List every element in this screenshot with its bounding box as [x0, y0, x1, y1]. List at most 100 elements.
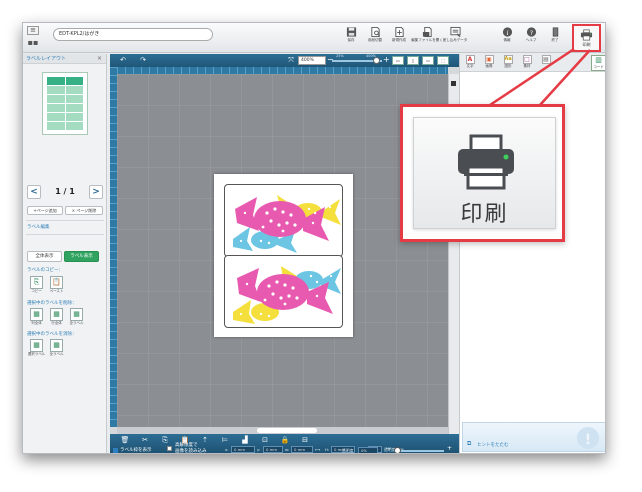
svg-text:?: ?	[529, 29, 532, 37]
zoom-select[interactable]: 400%	[298, 56, 326, 65]
paper-switch-button[interactable]: 用紙切替	[365, 26, 385, 50]
tab-label-view[interactable]: ラベル表示	[64, 251, 99, 262]
delete-row-button[interactable]: ▦ 行全体	[48, 308, 65, 326]
grid-delete-icon: ▦	[70, 308, 83, 321]
ungroup-icon[interactable]: ⊡	[260, 436, 270, 445]
image-tool-button[interactable]: ▣ 画像	[482, 55, 496, 71]
open-file-button[interactable]: 編集ファイルを開く	[411, 26, 443, 50]
high-res-label-2: 画像を読み込み	[175, 449, 207, 454]
svg-text:i: i	[506, 29, 508, 37]
cut-icon[interactable]: ✂	[140, 436, 150, 445]
text-tool-button[interactable]: A 文字	[463, 55, 477, 71]
transparency-minus-icon[interactable]: −	[386, 446, 391, 452]
print-button[interactable]: 印刷	[572, 24, 601, 52]
workspace	[117, 74, 448, 427]
zoom-slider-knob[interactable]	[373, 57, 380, 64]
show-frame-checkbox[interactable]	[113, 448, 118, 453]
grid-delete-icon: ▦	[30, 308, 43, 321]
high-res-checkbox[interactable]	[167, 446, 172, 451]
properties-icon[interactable]: ⊟	[300, 436, 310, 445]
delete-column-button[interactable]: ▦ 列全体	[28, 308, 45, 326]
merge-data-button[interactable]: 差し込みデータ	[443, 26, 467, 50]
link-icon[interactable]: ⟷	[315, 446, 320, 453]
new-button[interactable]: 新規作成	[389, 26, 409, 50]
add-page-button[interactable]: +ページ追加	[27, 206, 63, 215]
grid-delete-icon: ▦	[50, 308, 63, 321]
y-field[interactable]: 0 mm	[263, 446, 283, 453]
scroll-up-arrow[interactable]	[451, 81, 456, 86]
y-label: y:	[257, 447, 261, 452]
delete-page-button[interactable]: × ページ削除	[65, 206, 103, 215]
printer-icon	[458, 134, 514, 190]
new-file-icon	[394, 26, 404, 38]
exit-button[interactable]: 終了	[545, 26, 565, 50]
material-tool-button[interactable]: □ 素材	[520, 55, 534, 71]
view-mode-2-icon[interactable]: ▯	[407, 56, 419, 65]
hint-collapse-link[interactable]: ヒントをたたむ	[477, 442, 509, 448]
delete-all-label: 全ラベル	[69, 321, 84, 325]
erase-selected-button[interactable]: ▦ 選択ラベル	[28, 339, 45, 357]
save-button[interactable]: 保存	[341, 26, 361, 50]
layout-thumbnail[interactable]	[42, 72, 88, 135]
open-file-icon	[422, 26, 432, 38]
transparency-slider[interactable]	[394, 450, 444, 452]
horizontal-scrollbar[interactable]	[117, 427, 448, 434]
close-icon[interactable]: ×	[97, 54, 102, 64]
callout-print-label: 印刷	[460, 202, 509, 227]
prev-page-button[interactable]: <	[27, 185, 41, 199]
panel-header: ラベルレイアウト ×	[23, 54, 106, 64]
paste-label: ペースト	[49, 289, 64, 293]
shape-tool-icon: Aa	[503, 55, 513, 64]
info-button[interactable]: i 情報	[497, 26, 517, 50]
label-2[interactable]	[224, 255, 343, 328]
table-tool-icon: ▤	[541, 55, 551, 64]
w-field[interactable]: 0 mm	[291, 446, 313, 453]
undo-icon[interactable]: ↶	[116, 56, 130, 65]
copy-button[interactable]: ⎘ コピー	[28, 276, 45, 294]
view-mode-3-icon[interactable]: ▭	[422, 56, 434, 65]
shape-tool-button[interactable]: Aa 図形	[501, 55, 515, 71]
save-icon	[346, 27, 356, 37]
hint-bulb-icon: !	[577, 427, 599, 449]
transparency2-label: 透明度	[342, 448, 354, 453]
page-navigator: < 1 / 1 >	[27, 185, 103, 201]
view-mode-4-icon[interactable]: ⬚	[437, 56, 449, 65]
code-tool-button[interactable]: ▥ コード	[591, 55, 605, 71]
x-field[interactable]: 0 mm	[231, 446, 255, 453]
w-label: w:	[285, 447, 290, 452]
delete-all-button[interactable]: ▦ 全ラベル	[68, 308, 85, 326]
trash-icon[interactable]: 🗑	[120, 436, 130, 445]
high-res-label-1: 高解像度で	[175, 443, 198, 448]
tab-all-view[interactable]: 全体表示	[27, 251, 62, 262]
help-button[interactable]: ? ヘルプ	[521, 26, 541, 50]
grid-menu-icon[interactable]: ▪▪	[27, 38, 39, 48]
view-mode-1-icon[interactable]: ▭	[392, 56, 404, 65]
hint-area: ⧉ ヒントをたたむ !	[462, 422, 605, 452]
text-tool-icon: A	[465, 55, 475, 64]
erase-all-label: 全ラベル	[49, 352, 64, 356]
next-page-button[interactable]: >	[89, 185, 103, 199]
label-1[interactable]	[224, 184, 343, 257]
paste-button[interactable]: 📋 ペースト	[48, 276, 65, 294]
help-icon: ?	[526, 27, 536, 37]
copy-icon[interactable]: ⎘	[160, 436, 170, 445]
grid-erase-icon: ▦	[30, 339, 43, 352]
zoom-in-icon[interactable]: +	[383, 55, 390, 65]
hamburger-menu-icon[interactable]: ≡	[27, 26, 39, 35]
table-tool-button[interactable]: ▤	[539, 55, 553, 71]
h-label: H:	[325, 447, 330, 452]
erase-all-button[interactable]: ▦ 全ラベル	[48, 339, 65, 357]
hint-collapse-icon[interactable]: ⧉	[467, 440, 471, 448]
redo-icon[interactable]: ↷	[136, 56, 150, 65]
transparency-plus-icon[interactable]: +	[447, 446, 452, 452]
label-layout-panel: ラベルレイアウト × < 1 / 1 > +ページ追加 × ページ削除 ラベル編…	[23, 54, 107, 453]
transparency-field[interactable]: 0%	[358, 447, 378, 453]
label-sheet[interactable]	[214, 174, 353, 337]
lock-icon[interactable]: 🔒	[280, 436, 290, 445]
group-icon[interactable]: ▟	[240, 436, 250, 445]
info-icon: i	[502, 27, 512, 37]
bring-front-icon[interactable]: ⇡	[200, 436, 210, 445]
fit-zoom-icon[interactable]: ⤧	[286, 56, 296, 65]
align-icon[interactable]: ⊨	[220, 436, 230, 445]
transparency-slider-knob[interactable]	[394, 447, 401, 453]
